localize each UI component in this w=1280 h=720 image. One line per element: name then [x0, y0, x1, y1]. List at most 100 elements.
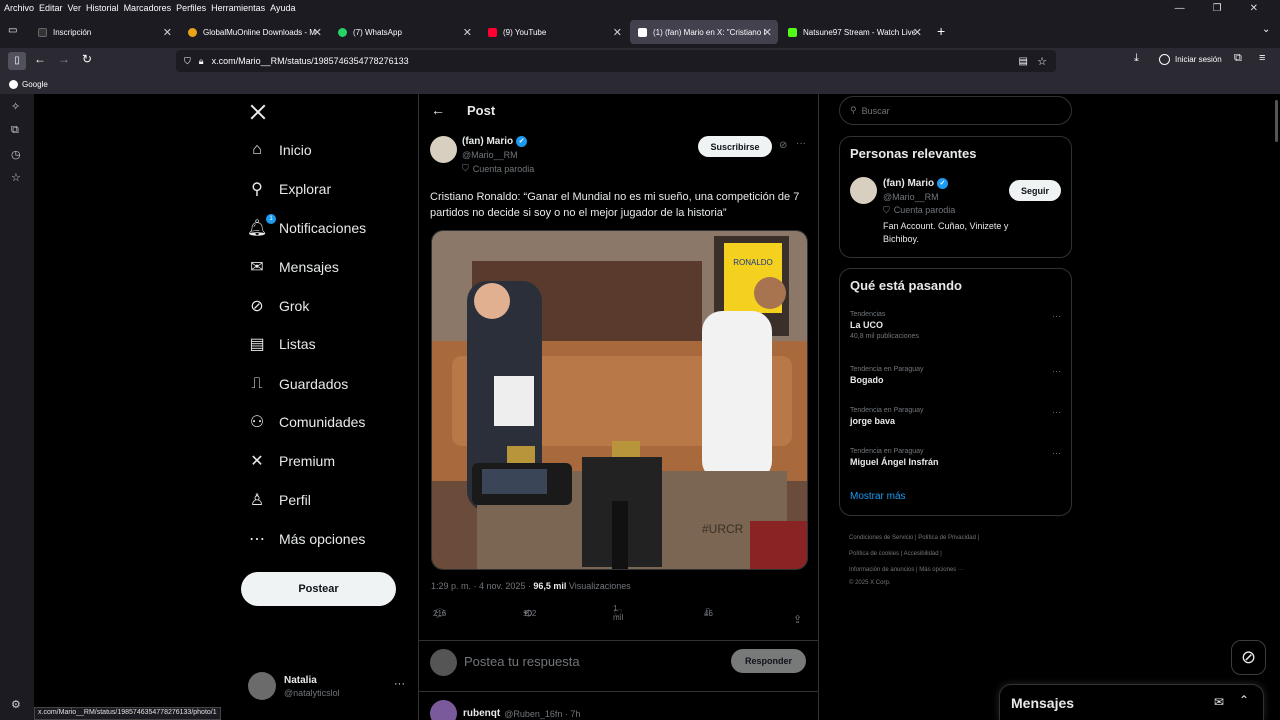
footer-line[interactable]: Política de cookies | Accesibilidad | — [849, 546, 1049, 562]
tab-overview-icon[interactable]: ▭ — [8, 25, 17, 36]
back-icon[interactable]: ← — [34, 52, 46, 66]
tab-globalmu[interactable]: GlobalMuOnline Downloads - M ✕ — [180, 20, 328, 44]
post-button[interactable]: Postear — [241, 572, 396, 606]
trend-item[interactable]: Tendencia en Paraguay jorge bava ··· — [850, 407, 1065, 426]
reply-item[interactable]: rubenqt @Ruben_16fn · 7h — [430, 700, 580, 720]
tab-inscripcion[interactable]: Inscripción ✕ — [30, 20, 178, 44]
menu-historial[interactable]: Historial — [86, 3, 119, 13]
messages-drawer[interactable]: Mensajes ✉ ⌃ — [999, 684, 1264, 720]
nav-inicio[interactable]: ⌂ Inicio — [248, 138, 312, 162]
nav-notificaciones[interactable]: 🔔︎ 1 Notificaciones — [247, 214, 366, 240]
more-icon[interactable]: ··· — [796, 138, 806, 149]
footer-line[interactable]: Condiciones de Servicio | Política de Pr… — [849, 530, 1049, 546]
nav-mensajes[interactable]: ✉ Mensajes — [248, 255, 339, 279]
expand-icon[interactable]: ⌃ — [1239, 693, 1249, 707]
nav-label: Inicio — [279, 142, 312, 158]
menu-ayuda[interactable]: Ayuda — [270, 3, 295, 13]
subscribe-button[interactable]: Suscribirse — [698, 136, 772, 157]
menu-perfiles[interactable]: Perfiles — [176, 3, 206, 13]
nav-listas[interactable]: ▤ Listas — [248, 332, 315, 356]
bookmark-google[interactable]: Google — [22, 80, 48, 89]
history-icon[interactable]: ◷ — [11, 148, 21, 161]
url-bar[interactable]: ⛉ 🔒︎ x.com/Mario__RM/status/198574635477… — [176, 50, 1056, 72]
app-menu-icon[interactable]: ≡ — [1259, 52, 1265, 64]
nav-grok[interactable]: ⊘ Grok — [248, 294, 309, 318]
menu-archivo[interactable]: Archivo — [4, 3, 34, 13]
more-icon[interactable]: ··· — [394, 678, 405, 690]
customize-sidebar-icon[interactable]: ⚙ — [11, 698, 21, 711]
restore-icon[interactable]: ❐ — [1213, 3, 1222, 14]
reply-button[interactable]: Responder — [731, 649, 806, 673]
author-name[interactable]: (fan) Mario — [462, 136, 513, 147]
menu-ver[interactable]: Ver — [68, 3, 82, 13]
author-handle[interactable]: @Mario__RM — [462, 150, 534, 160]
nav-explorar[interactable]: ⚲ Explorar — [248, 177, 331, 201]
close-window-icon[interactable]: ✕ — [1250, 3, 1258, 14]
new-message-icon[interactable]: ✉ — [1214, 695, 1224, 709]
tab-x-post[interactable]: (1) (fan) Mario en X: "Cristiano I ✕ — [630, 20, 778, 44]
lock-icon[interactable]: 🔒︎ — [199, 56, 204, 67]
close-icon[interactable]: ✕ — [313, 26, 322, 39]
grok-analyze-icon[interactable]: ⊘ — [779, 140, 787, 151]
more-icon[interactable]: ··· — [1052, 366, 1061, 376]
menu-editar[interactable]: Editar — [39, 3, 63, 13]
close-icon[interactable]: ✕ — [163, 26, 172, 39]
footer-line[interactable]: Información de anuncios | Más opciones ·… — [849, 562, 1049, 578]
nav-perfil[interactable]: ♙ Perfil — [248, 488, 311, 512]
post-timestamp[interactable]: 1:29 p. m. · 4 nov. 2025 · — [431, 581, 533, 591]
avatar[interactable] — [850, 177, 877, 204]
back-arrow-icon[interactable]: ← — [431, 102, 445, 118]
new-tab-icon[interactable]: + — [937, 23, 945, 39]
tab-natsune[interactable]: Natsune97 Stream - Watch Live ✕ — [780, 20, 928, 44]
search-input[interactable]: ⚲ Buscar — [839, 96, 1072, 125]
follow-button[interactable]: Seguir — [1009, 180, 1061, 201]
trend-item[interactable]: Tendencia en Paraguay Miguel Ángel Insfr… — [850, 448, 1065, 467]
reload-icon[interactable]: ↻ — [82, 52, 92, 66]
trend-item[interactable]: Tendencia en Paraguay Bogado ··· — [850, 366, 1065, 385]
shield-icon[interactable]: ⛉ — [184, 56, 191, 67]
menu-marcadores[interactable]: Marcadores — [124, 3, 172, 13]
ai-chat-icon[interactable]: ✧ — [11, 100, 20, 113]
downloads-icon[interactable]: ⤓ — [1134, 52, 1139, 65]
more-icon[interactable]: ··· — [1052, 311, 1061, 321]
close-icon[interactable]: ✕ — [763, 26, 772, 39]
more-icon[interactable]: ··· — [1052, 407, 1061, 417]
share-icon[interactable]: ⇪ — [793, 613, 802, 626]
url-text[interactable]: x.com/Mario__RM/status/19857463547782761… — [212, 56, 409, 66]
extensions-icon[interactable]: ⧉ — [1234, 52, 1242, 65]
menu-herramientas[interactable]: Herramientas — [211, 3, 265, 13]
close-icon[interactable]: ✕ — [913, 26, 922, 39]
account-switcher[interactable]: Natalia @natalyticslol ··· — [248, 672, 405, 700]
reader-view-icon[interactable]: ▤ — [1019, 56, 1028, 67]
signin-button[interactable]: Iniciar sesión — [1159, 54, 1222, 65]
verified-icon: ✓ — [516, 136, 528, 147]
grok-button[interactable]: ⊘ — [1231, 640, 1266, 675]
post-media[interactable]: RONALDO #URCR — [431, 230, 808, 570]
close-icon[interactable]: ✕ — [613, 26, 622, 39]
author-avatar[interactable] — [430, 136, 457, 163]
trend-item[interactable]: Tendencias La UCO 40,8 mil publicaciones… — [850, 311, 1065, 340]
reply-input[interactable]: Postea tu respuesta — [464, 654, 580, 669]
tab-whatsapp[interactable]: (7) WhatsApp ✕ — [330, 20, 478, 44]
nav-mas-opciones[interactable]: ⋯ Más opciones — [248, 527, 365, 551]
show-more-link[interactable]: Mostrar más — [850, 491, 906, 502]
synced-tabs-icon[interactable]: ⧉ — [11, 124, 19, 137]
tab-list-icon[interactable]: ⌄ — [1262, 24, 1270, 35]
minimize-icon[interactable]: — — [1175, 3, 1185, 14]
nav-guardados[interactable]: ⎍ Guardados — [248, 372, 348, 396]
post-photo[interactable]: RONALDO #URCR — [432, 231, 808, 570]
more-icon[interactable]: ··· — [1052, 448, 1061, 458]
person-name[interactable]: (fan) Mario — [883, 178, 934, 189]
nav-comunidades[interactable]: ⚇ Comunidades — [248, 410, 366, 434]
bookmarks-icon[interactable]: ☆ — [11, 171, 21, 184]
scrollbar[interactable] — [1275, 100, 1278, 142]
bookmark-star-icon[interactable]: ☆ — [1037, 55, 1047, 68]
close-icon[interactable]: ✕ — [463, 26, 472, 39]
sidebar-toggle-icon[interactable]: ▯ — [8, 52, 26, 70]
tab-youtube[interactable]: (9) YouTube ✕ — [480, 20, 628, 44]
forward-icon[interactable]: → — [58, 52, 70, 66]
nav-premium[interactable]: ✕ Premium — [248, 449, 335, 473]
reply-author[interactable]: rubenqt — [463, 708, 500, 719]
parody-text: Cuenta parodia — [472, 163, 535, 174]
x-logo-icon[interactable] — [249, 103, 267, 121]
